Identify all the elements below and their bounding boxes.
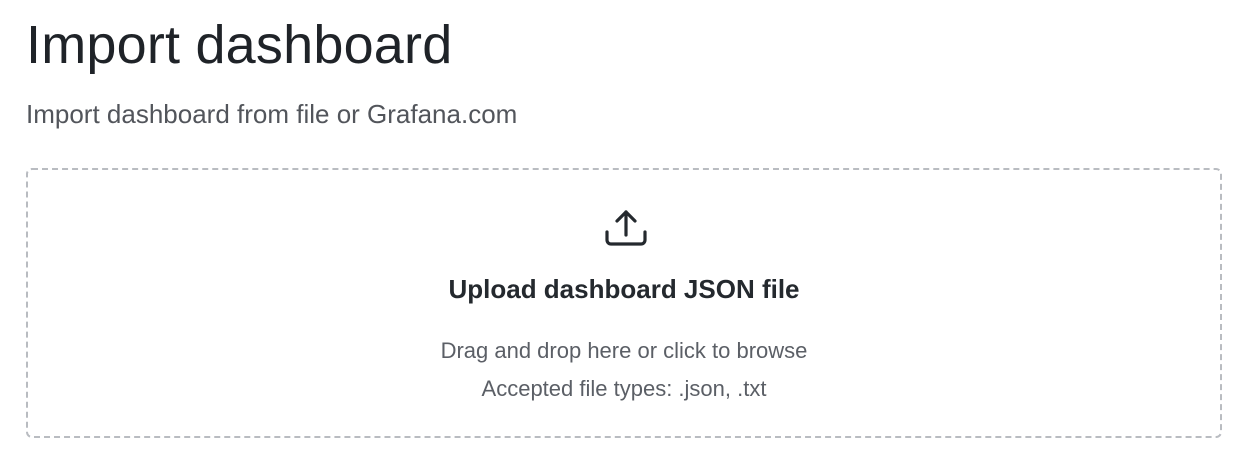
upload-title: Upload dashboard JSON file <box>448 274 800 304</box>
file-dropzone[interactable]: Upload dashboard JSON file Drag and drop… <box>26 168 1222 438</box>
accepted-file-types: Accepted file types: .json, .txt <box>481 376 767 401</box>
upload-icon <box>604 206 648 250</box>
upload-hint: Drag and drop here or click to browse <box>440 338 808 363</box>
page-subtitle: Import dashboard from file or Grafana.co… <box>26 99 518 129</box>
page-title: Import dashboard <box>26 15 453 75</box>
